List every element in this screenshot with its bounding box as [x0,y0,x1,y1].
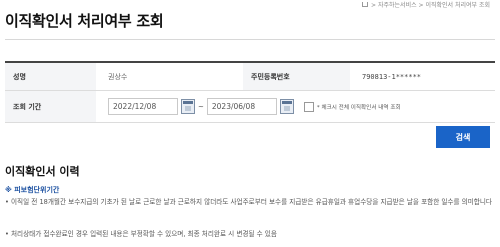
range-separator: ~ [198,102,204,111]
history-title: 이직확인서 이력 [5,165,80,178]
home-icon[interactable] [362,1,369,7]
check-all-label: * 체크시 전체 이직확인서 내역 조회 [316,104,401,111]
search-form: 성명 권상수 주민등록번호 790813-1****** 조회 기간 2022/… [5,61,495,123]
insured-period-subhead: ※ 피보험단위기간 [5,186,60,194]
search-row-identity: 성명 권상수 주민등록번호 790813-1****** [5,63,495,91]
search-button[interactable]: 검색 [436,126,490,148]
calendar-icon[interactable] [181,99,195,114]
period-controls: 2022/12/08 ~ 2023/06/08 * 체크시 전체 이직확인서 내… [96,91,401,122]
title-divider [5,39,495,40]
breadcrumb-text[interactable]: > 자주하는서비스 > 이직확인서 처리여부 조회 [371,0,490,9]
insured-period-note: • 이직일 전 18개월간 보수지급의 기초가 된 날로 근로한 날과 근로하지… [5,198,492,206]
rrn-value: 790813-1****** [362,72,422,81]
date-to-input[interactable]: 2023/06/08 [206,98,277,115]
period-label: 조회 기간 [5,91,96,122]
check-all-checkbox[interactable] [303,101,314,112]
status-note: • 처리상태가 접수완료인 경우 입력된 내용은 부정확할 수 있으며, 최종 … [5,230,277,238]
name-value: 권상수 [108,72,128,81]
breadcrumb: > 자주하는서비스 > 이직확인서 처리여부 조회 [362,0,490,8]
page-title: 이직확인서 처리여부 조회 [5,12,164,30]
name-label: 성명 [5,63,96,90]
calendar-icon[interactable] [279,99,294,114]
search-row-period: 조회 기간 2022/12/08 ~ 2023/06/08 * 체크시 전체 이… [5,91,495,123]
date-from-input[interactable]: 2022/12/08 [108,98,178,115]
rrn-label: 주민등록번호 [243,63,350,90]
